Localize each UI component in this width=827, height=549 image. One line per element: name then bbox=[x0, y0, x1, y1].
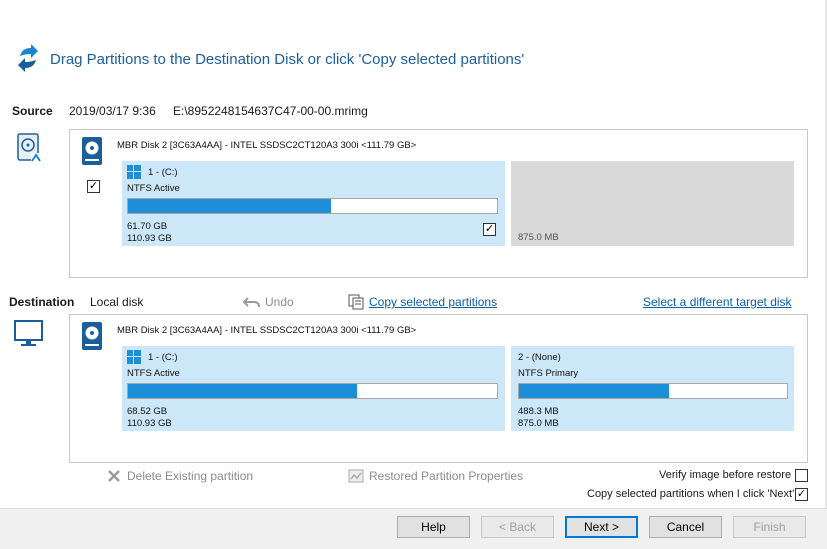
partition-used: 68.52 GB bbox=[127, 406, 168, 417]
source-partition-unallocated[interactable]: 875.0 MB bbox=[511, 161, 794, 246]
partition-title: 1 - (C:) bbox=[148, 352, 178, 363]
verify-checkbox[interactable] bbox=[795, 469, 808, 482]
copy-on-next-label: Copy selected partitions when I click 'N… bbox=[587, 488, 795, 500]
partition-usage-bar bbox=[127, 383, 498, 399]
destination-disk-panel: MBR Disk 2 [3C63A4AA] - INTEL SSDSC2CT12… bbox=[69, 314, 808, 463]
next-button[interactable]: Next > bbox=[565, 516, 638, 538]
partition-used: 61.70 GB bbox=[127, 221, 168, 232]
delete-partition-button[interactable]: Delete Existing partition bbox=[127, 469, 253, 483]
partition-usage-bar bbox=[127, 198, 498, 214]
windows-icon bbox=[127, 350, 141, 364]
monitor-icon bbox=[14, 320, 44, 348]
usage-bar-fill bbox=[128, 384, 357, 398]
source-disk-caption: MBR Disk 2 [3C63A4AA] - INTEL SSDSC2CT12… bbox=[117, 140, 417, 151]
destination-disk-caption: MBR Disk 2 [3C63A4AA] - INTEL SSDSC2CT12… bbox=[117, 325, 417, 336]
partition-total: 110.93 GB bbox=[127, 233, 172, 244]
copy-on-next-checkbox[interactable]: ✓ bbox=[795, 488, 808, 501]
page-title: Drag Partitions to the Destination Disk … bbox=[50, 51, 525, 68]
partition-used: 488.3 MB bbox=[518, 406, 559, 417]
partition-type: NTFS Active bbox=[127, 183, 180, 194]
partition-usage-bar bbox=[518, 383, 788, 399]
delete-x-icon bbox=[107, 469, 121, 483]
partition-size: 875.0 MB bbox=[518, 232, 559, 243]
undo-icon bbox=[242, 295, 261, 309]
image-file-icon bbox=[17, 133, 43, 165]
sync-arrows-icon bbox=[16, 44, 40, 72]
partition-properties-icon bbox=[348, 469, 364, 483]
hard-disk-icon bbox=[81, 136, 103, 166]
windows-icon bbox=[127, 165, 141, 179]
usage-bar-fill bbox=[128, 199, 331, 213]
select-target-disk-link[interactable]: Select a different target disk bbox=[643, 295, 792, 309]
undo-button[interactable]: Undo bbox=[265, 295, 294, 309]
destination-partition-2[interactable]: 2 - (None) NTFS Primary 488.3 MB 875.0 M… bbox=[511, 346, 794, 431]
source-date: 2019/03/17 9:36 bbox=[69, 104, 156, 118]
partition-type: NTFS Active bbox=[127, 368, 180, 379]
source-label: Source bbox=[12, 104, 53, 118]
destination-partition-c[interactable]: 1 - (C:) NTFS Active 68.52 GB 110.93 GB bbox=[122, 346, 505, 431]
hard-disk-icon bbox=[81, 321, 103, 351]
source-disk-checkbox[interactable]: ✓ bbox=[87, 180, 100, 193]
cancel-button[interactable]: Cancel bbox=[649, 516, 722, 538]
source-partition-c[interactable]: 1 - (C:) NTFS Active 61.70 GB 110.93 GB … bbox=[122, 161, 505, 246]
finish-button[interactable]: Finish bbox=[733, 516, 806, 538]
usage-bar-fill bbox=[519, 384, 670, 398]
back-button[interactable]: < Back bbox=[481, 516, 554, 538]
destination-label: Destination bbox=[9, 295, 75, 309]
source-disk-panel: MBR Disk 2 [3C63A4AA] - INTEL SSDSC2CT12… bbox=[69, 129, 808, 278]
partition-title: 2 - (None) bbox=[518, 352, 561, 363]
restored-partition-properties-button[interactable]: Restored Partition Properties bbox=[369, 469, 523, 483]
source-path: E:\8952248154637C47-00-00.mrimg bbox=[173, 104, 368, 118]
copy-icon bbox=[348, 294, 365, 310]
copy-selected-partitions-link[interactable]: Copy selected partitions bbox=[369, 295, 497, 309]
partition-title: 1 - (C:) bbox=[148, 167, 178, 178]
partition-type: NTFS Primary bbox=[518, 368, 579, 379]
partition-total: 110.93 GB bbox=[127, 418, 172, 429]
partition-total: 875.0 MB bbox=[518, 418, 559, 429]
partition-checkbox[interactable]: ✓ bbox=[483, 223, 496, 236]
verify-label: Verify image before restore bbox=[659, 469, 792, 481]
destination-type: Local disk bbox=[90, 295, 144, 309]
help-button[interactable]: Help bbox=[397, 516, 470, 538]
